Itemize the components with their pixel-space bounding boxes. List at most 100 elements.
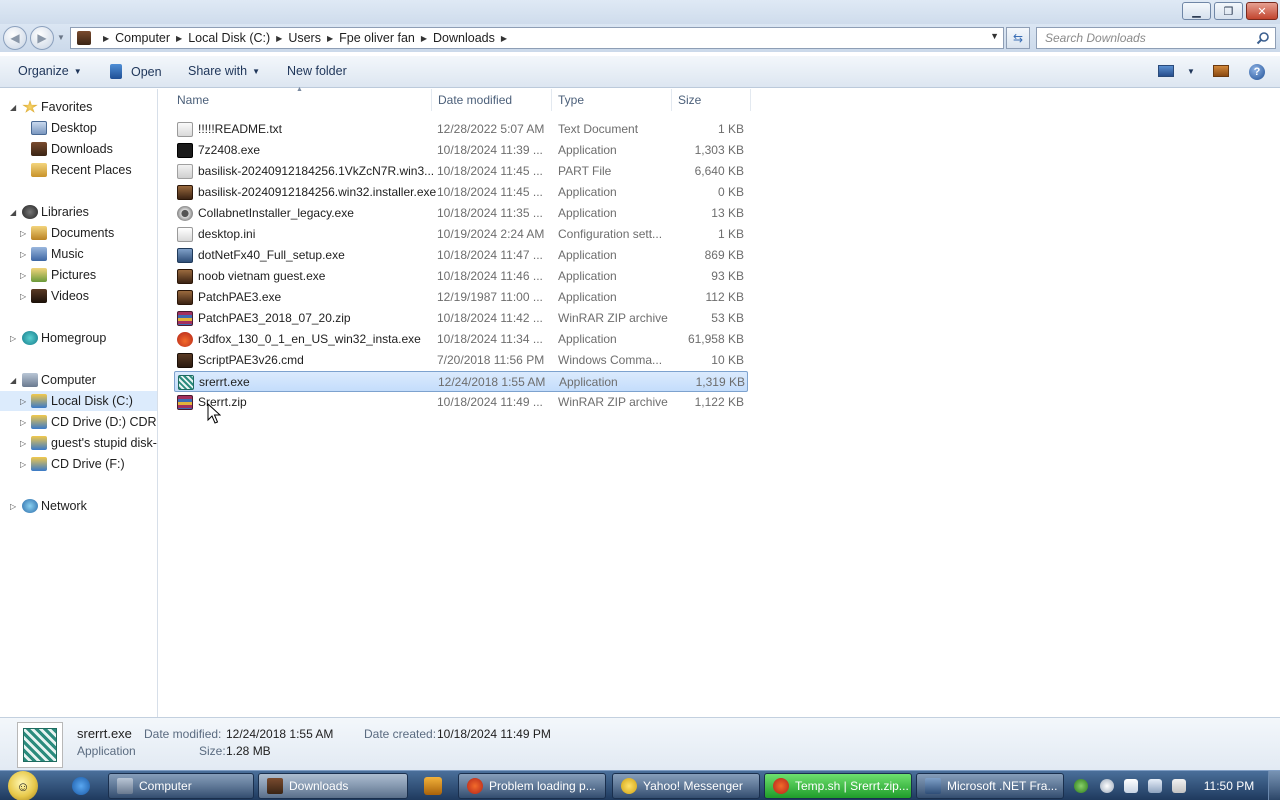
expand-icon[interactable]: ▷ — [20, 460, 26, 469]
collapse-icon[interactable]: ◢ — [10, 376, 16, 385]
nav-cd-drive-f[interactable]: ▷ CD Drive (F:) — [0, 454, 157, 474]
media-player-icon[interactable] — [424, 777, 442, 795]
computer-icon — [22, 373, 38, 387]
browser-icon — [467, 778, 483, 794]
file-type: Application — [558, 143, 617, 157]
chevron-down-icon[interactable]: ▼ — [1187, 67, 1195, 76]
breadcrumb-user-folder[interactable]: Fpe oliver fan ▶ — [339, 31, 433, 45]
maximize-button[interactable]: ❐ — [1214, 2, 1243, 20]
expand-icon[interactable]: ▷ — [10, 334, 16, 343]
search-icon[interactable] — [1256, 31, 1270, 45]
taskbar-button-computer[interactable]: Computer — [108, 773, 254, 799]
file-row[interactable]: dotNetFx40_Full_setup.exe 10/18/2024 11:4… — [174, 245, 748, 266]
file-row-selected[interactable]: srerrt.exe 12/24/2018 1:55 AM Application 1… — [174, 371, 748, 392]
close-button[interactable]: ✕ — [1246, 2, 1278, 20]
nav-libraries[interactable]: ◢ Libraries — [0, 202, 157, 222]
address-dropdown-icon[interactable]: ▼ — [990, 31, 999, 41]
taskbar-button-downloads[interactable]: Downloads — [258, 773, 408, 799]
nav-favorites[interactable]: ◢ Favorites — [0, 97, 157, 117]
nav-videos[interactable]: ▷ Videos — [0, 286, 157, 306]
details-modified-label: Date modified: — [144, 727, 222, 741]
security-tray-icon[interactable] — [1074, 779, 1088, 793]
volume-muted-tray-icon[interactable] — [1172, 779, 1186, 793]
taskbar-button-browser[interactable]: Problem loading p... — [458, 773, 606, 799]
nav-homegroup[interactable]: ▷ Homegroup — [0, 328, 157, 348]
file-type: WinRAR ZIP archive — [558, 311, 668, 325]
breadcrumb-local-disk[interactable]: Local Disk (C:) ▶ — [188, 31, 288, 45]
flag-tray-icon[interactable] — [1124, 779, 1138, 793]
back-button[interactable]: ◀ — [3, 26, 27, 50]
change-view-button[interactable]: ▼ — [1158, 65, 1195, 77]
column-header-date-modified[interactable]: Date modified — [432, 89, 552, 111]
collapse-icon[interactable]: ◢ — [10, 208, 16, 217]
expand-icon[interactable]: ▷ — [20, 250, 26, 259]
nav-computer[interactable]: ◢ Computer — [0, 370, 157, 390]
open-button[interactable]: Open — [110, 64, 162, 79]
recent-pages-dropdown-icon[interactable]: ▼ — [57, 33, 65, 42]
breadcrumb-computer[interactable]: Computer ▶ — [115, 31, 188, 45]
share-with-menu-button[interactable]: Share with ▼ — [188, 64, 260, 78]
nav-documents[interactable]: ▷ Documents — [0, 223, 157, 243]
status-tray-icon[interactable] — [1100, 779, 1114, 793]
show-desktop-button[interactable] — [1268, 771, 1280, 800]
start-button[interactable]: ☺ — [8, 771, 38, 800]
nav-label: Libraries — [41, 205, 89, 219]
nav-music[interactable]: ▷ Music — [0, 244, 157, 264]
preview-pane-icon[interactable] — [1213, 65, 1229, 77]
file-row[interactable]: Srerrt.zip 10/18/2024 11:49 ... WinRAR ZIP… — [174, 392, 748, 413]
file-row[interactable]: PatchPAE3.exe 12/19/1987 11:00 ... Applica… — [174, 287, 748, 308]
file-row[interactable]: 7z2408.exe 10/18/2024 11:39 ... Applicatio… — [174, 140, 748, 161]
internet-explorer-icon[interactable] — [72, 777, 90, 795]
file-row[interactable]: basilisk-20240912184256.win32.installer.… — [174, 182, 748, 203]
nav-cd-drive-d[interactable]: ▷ CD Drive (D:) CDROM — [0, 412, 157, 432]
expand-icon[interactable]: ▷ — [20, 292, 26, 301]
search-input[interactable] — [1037, 28, 1247, 48]
search-box[interactable] — [1036, 27, 1276, 49]
file-row[interactable]: !!!!!README.txt 12/28/2022 5:07 AM Text Do… — [174, 119, 748, 140]
expand-icon[interactable]: ▷ — [20, 418, 26, 427]
file-row[interactable]: basilisk-20240912184256.1VkZcN7R.win3...… — [174, 161, 748, 182]
new-folder-button[interactable]: New folder — [287, 64, 347, 78]
breadcrumb-downloads[interactable]: Downloads ▶ — [433, 31, 513, 45]
file-row[interactable]: ScriptPAE3v26.cmd 7/20/2018 11:56 PM Windo… — [174, 350, 748, 371]
help-icon[interactable]: ? — [1249, 64, 1265, 80]
file-row[interactable]: r3dfox_130_0_1_en_US_win32_insta.exe 10/1… — [174, 329, 748, 350]
minimize-button[interactable]: ▁ — [1182, 2, 1211, 20]
taskbar-button-yahoo-messenger[interactable]: Yahoo! Messenger — [612, 773, 760, 799]
taskbar-button-temp-sh[interactable]: Temp.sh | Srerrt.zip... — [764, 773, 912, 799]
column-header-size[interactable]: Size — [672, 89, 751, 111]
nav-pictures[interactable]: ▷ Pictures — [0, 265, 157, 285]
nav-recent-places[interactable]: Recent Places — [0, 160, 157, 180]
forward-button[interactable]: ▶ — [30, 26, 54, 50]
refresh-button[interactable]: ⇆ — [1006, 27, 1030, 49]
clock[interactable]: 11:50 PM — [1196, 779, 1262, 793]
network-icon — [22, 499, 38, 513]
file-date-modified: 10/18/2024 11:47 ... — [437, 248, 543, 262]
expand-icon[interactable]: ▷ — [20, 439, 26, 448]
file-row[interactable]: PatchPAE3_2018_07_20.zip 10/18/2024 11:42… — [174, 308, 748, 329]
network-tray-icon[interactable] — [1148, 779, 1162, 793]
nav-label: Homegroup — [41, 331, 107, 345]
file-date-modified: 10/18/2024 11:35 ... — [437, 206, 543, 220]
expand-icon[interactable]: ▷ — [20, 397, 26, 406]
breadcrumb-users[interactable]: Users ▶ — [288, 31, 339, 45]
nav-network[interactable]: ▷ Network — [0, 496, 157, 516]
file-row[interactable]: noob vietnam guest.exe 10/18/2024 11:46 .… — [174, 266, 748, 287]
nav-guest-disk[interactable]: ▷ guest's stupid disk-u — [0, 433, 157, 453]
expand-icon[interactable]: ▷ — [10, 502, 16, 511]
expand-icon[interactable]: ▷ — [20, 229, 26, 238]
organize-menu-button[interactable]: Organize ▼ — [18, 64, 82, 78]
file-row[interactable]: CollabnetInstaller_legacy.exe 10/18/2024 … — [174, 203, 748, 224]
nav-desktop[interactable]: Desktop — [0, 118, 157, 138]
expand-icon[interactable]: ▷ — [20, 271, 26, 280]
nav-downloads[interactable]: Downloads — [0, 139, 157, 159]
collapse-icon[interactable]: ◢ — [10, 103, 16, 112]
breadcrumb-root-chevron[interactable]: ▶ — [97, 34, 115, 43]
address-bar[interactable]: ▶ Computer ▶ Local Disk (C:) ▶ Users ▶ Fpe … — [70, 27, 1004, 49]
task-label: Problem loading p... — [489, 779, 596, 793]
nav-local-disk[interactable]: ▷ Local Disk (C:) — [0, 391, 157, 411]
column-header-type[interactable]: Type — [552, 89, 672, 111]
taskbar-button-dotnet-installer[interactable]: Microsoft .NET Fra... — [916, 773, 1064, 799]
file-type: Application — [558, 185, 617, 199]
file-row[interactable]: desktop.ini 10/19/2024 2:24 AM Configurati… — [174, 224, 748, 245]
